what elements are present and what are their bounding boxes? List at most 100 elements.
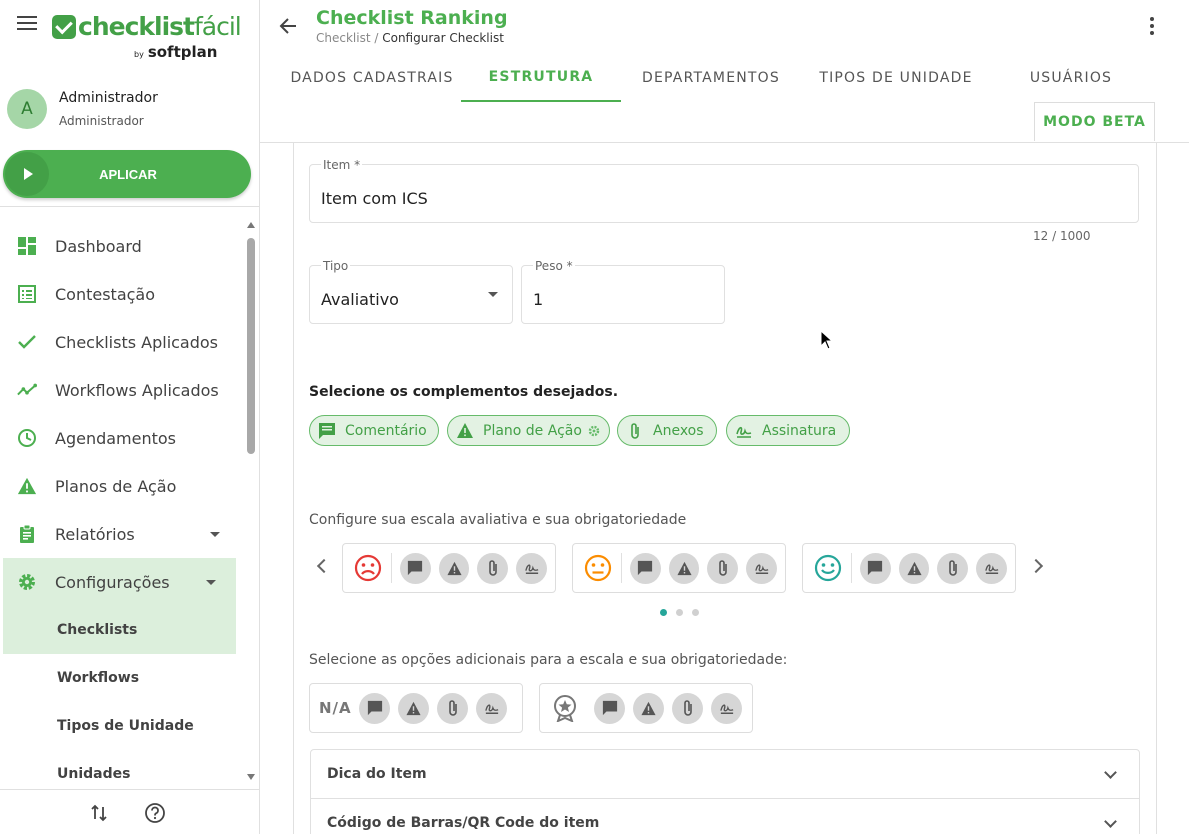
chip-assinatura[interactable]: Assinatura — [726, 415, 850, 446]
neutral-face-icon[interactable] — [583, 553, 613, 583]
complements-title: Selecione os complementos desejados. — [309, 384, 619, 400]
user-name: Administrador — [59, 90, 158, 106]
swap-icon[interactable] — [88, 802, 110, 824]
option-badge — [539, 683, 753, 733]
warning-icon[interactable] — [633, 692, 664, 724]
sidebar-item-label: Contestação — [55, 284, 156, 304]
item-field-value[interactable]: Item com ICS — [321, 189, 428, 208]
sidebar-item-relatorios[interactable]: Relatórios — [0, 510, 240, 558]
chip-anexos[interactable]: Anexos — [617, 415, 717, 446]
sidebar-item-label: Configurações — [55, 572, 170, 592]
sidebar-subitem-workflows[interactable]: Workflows — [0, 654, 240, 702]
comment-icon[interactable] — [359, 692, 390, 724]
sidebar-item-configuracoes[interactable]: Configurações — [3, 558, 236, 606]
tab-estrutura[interactable]: ESTRUTURA — [461, 54, 621, 102]
back-arrow-icon[interactable] — [278, 16, 298, 36]
chip-label: Anexos — [653, 422, 704, 439]
brand-logo: checklist fácil by softplan — [52, 12, 242, 61]
warning-icon[interactable] — [668, 552, 700, 584]
user-role: Administrador — [59, 114, 144, 128]
chip-comentario[interactable]: Comentário — [309, 415, 439, 446]
sidebar-item-dashboard[interactable]: Dashboard — [0, 222, 240, 270]
more-vert-icon[interactable] — [1149, 17, 1155, 35]
sidebar-item-checklists-aplicados[interactable]: Checklists Aplicados — [0, 318, 240, 366]
comment-icon[interactable] — [399, 552, 431, 584]
attachment-icon[interactable] — [937, 552, 969, 584]
scale-title: Configure sua escala avaliativa e sua ob… — [309, 512, 687, 528]
breadcrumb: Checklist / Configurar Checklist — [316, 31, 504, 45]
comment-icon[interactable] — [594, 692, 625, 724]
sidebar-item-label: Workflows Aplicados — [55, 380, 219, 400]
item-card: Item * Item com ICS 12 / 1000 Tipo Avali… — [293, 143, 1157, 834]
peso-field-value[interactable]: 1 — [533, 290, 543, 309]
sidebar-subitem-unidades[interactable]: Unidades — [0, 750, 240, 787]
warning-icon[interactable] — [898, 552, 930, 584]
na-label[interactable]: N/A — [319, 699, 353, 717]
chevron-right-icon[interactable] — [1028, 558, 1044, 574]
help-icon[interactable] — [144, 802, 166, 824]
signature-icon[interactable] — [976, 552, 1007, 584]
medal-icon[interactable] — [550, 693, 580, 723]
attachment-icon[interactable] — [437, 692, 468, 724]
scale-option-happy — [802, 543, 1016, 593]
tab-departamentos[interactable]: DEPARTAMENTOS — [630, 54, 792, 102]
warning-icon — [17, 476, 37, 496]
logo-text-light: fácil — [194, 12, 242, 41]
tipo-select-label: Tipo — [321, 259, 351, 273]
sidebar-item-contestacao[interactable]: Contestação — [0, 270, 240, 318]
chevron-left-icon[interactable] — [316, 558, 332, 574]
play-icon — [5, 152, 49, 196]
sidebar-item-agendamentos[interactable]: Agendamentos — [0, 414, 240, 462]
beta-mode-button[interactable]: MODO BETA — [1034, 102, 1155, 141]
attachment-icon[interactable] — [477, 552, 509, 584]
expander-codigo-de-barras[interactable]: Código de Barras/QR Code do item — [310, 798, 1140, 834]
carousel-dot[interactable] — [692, 609, 699, 616]
sidebar-footer — [0, 789, 260, 834]
sidebar-subitem-tipos-de-unidade[interactable]: Tipos de Unidade — [0, 702, 240, 750]
comment-icon[interactable] — [859, 552, 891, 584]
gear-icon[interactable] — [588, 425, 600, 437]
chip-plano-de-acao[interactable]: Plano de Ação — [447, 415, 610, 446]
sidebar-item-workflows-aplicados[interactable]: Workflows Aplicados — [0, 366, 240, 414]
option-na: N/A — [309, 683, 523, 733]
happy-face-icon[interactable] — [813, 553, 843, 583]
attachment-icon[interactable] — [707, 552, 739, 584]
signature-icon[interactable] — [476, 692, 507, 724]
carousel-dot[interactable] — [676, 609, 683, 616]
warning-icon — [456, 422, 474, 440]
item-field[interactable]: Item * Item com ICS — [309, 158, 1139, 223]
breadcrumb-parent[interactable]: Checklist — [316, 31, 371, 45]
trending-icon — [17, 380, 37, 400]
signature-icon[interactable] — [711, 692, 742, 724]
sidebar-subitem-checklists[interactable]: Checklists — [3, 606, 236, 654]
apply-button[interactable]: APLICAR — [3, 150, 251, 198]
carousel-dot[interactable] — [660, 609, 667, 616]
peso-field[interactable]: Peso * 1 — [521, 259, 725, 324]
expander-dica-do-item[interactable]: Dica do Item — [310, 749, 1140, 799]
signature-icon[interactable] — [516, 552, 547, 584]
scale-option-sad — [342, 543, 556, 593]
scroll-down-icon[interactable] — [247, 774, 255, 780]
sidebar-item-planos-de-acao[interactable]: Planos de Ação — [0, 462, 240, 510]
sidebar: checklist fácil by softplan A Administrado… — [0, 0, 260, 834]
tab-tipos-de-unidade[interactable]: TIPOS DE UNIDADE — [808, 54, 984, 102]
comment-icon[interactable] — [629, 552, 661, 584]
scroll-thumb[interactable] — [247, 238, 255, 454]
tipo-select-value: Avaliativo — [321, 290, 399, 309]
warning-icon[interactable] — [438, 552, 470, 584]
menu-icon[interactable] — [17, 16, 37, 34]
chip-label: Plano de Ação — [483, 422, 582, 439]
sidebar-item-label: Agendamentos — [55, 428, 177, 448]
scroll-up-icon[interactable] — [247, 222, 255, 228]
tipo-select[interactable]: Tipo Avaliativo — [309, 259, 513, 324]
signature-icon[interactable] — [746, 552, 777, 584]
sidebar-item-label: Relatórios — [55, 524, 135, 544]
tab-dados-cadastrais[interactable]: DADOS CADASTRAIS — [282, 54, 462, 102]
warning-icon[interactable] — [398, 692, 429, 724]
tab-usuarios[interactable]: USUÁRIOS — [1016, 54, 1126, 102]
attachment-icon[interactable] — [672, 692, 703, 724]
sad-face-icon[interactable] — [353, 553, 383, 583]
sidebar-scrollbar[interactable] — [245, 222, 257, 782]
sidebar-item-label: Dashboard — [55, 236, 142, 256]
peso-field-label: Peso * — [533, 259, 575, 273]
